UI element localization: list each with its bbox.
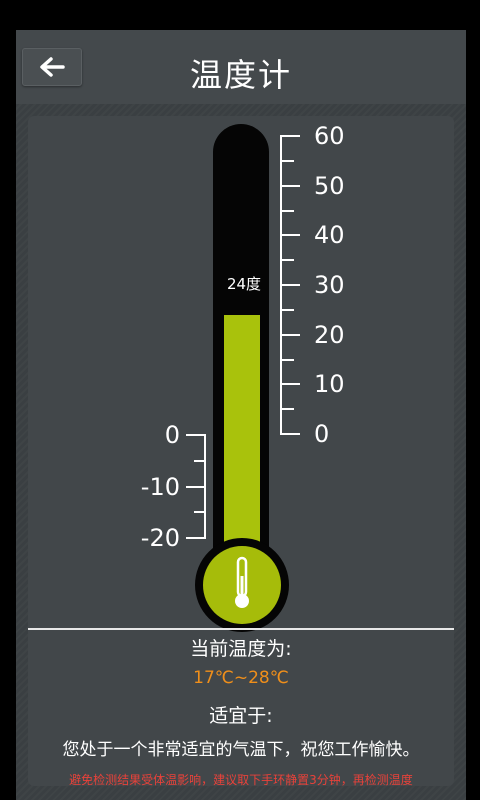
suitable-label: 适宜于: [209, 705, 273, 727]
suitable-message: 您处于一个非常适宜的气温下，祝您工作愉快。 [62, 740, 420, 760]
app-window: 温度计 24度 60 50 40 30 20 10 0 0 -10 -20 当前温度为: 17℃~… [16, 30, 466, 800]
right-scale-tick [280, 209, 294, 212]
thermometer-icon [235, 556, 249, 608]
temperature-range-label: 当前温度为: [190, 638, 292, 660]
right-scale-tick [280, 234, 300, 237]
right-scale-tick [280, 333, 300, 336]
left-scale-label: -20 [140, 524, 180, 552]
left-scale-label: -10 [140, 472, 180, 501]
left-scale-tick [186, 537, 206, 539]
right-scale-tick [280, 159, 294, 162]
mercury-level-bar [224, 314, 260, 570]
page-title: 温度计 [189, 56, 292, 94]
right-scale-label: 50 [314, 171, 345, 200]
divider [28, 628, 454, 630]
right-scale-label: 0 [314, 420, 330, 448]
right-scale-tick [280, 433, 300, 435]
header-bar: 温度计 [16, 30, 466, 104]
left-scale-tick [186, 434, 206, 436]
right-scale-label: 40 [314, 221, 345, 250]
left-scale-tick [186, 485, 206, 488]
right-scale-label: 30 [314, 271, 345, 299]
right-scale-tick [280, 184, 300, 187]
left-scale-tick [194, 511, 206, 514]
warning-message: 避免检测结果受体温影响，建议取下手环静置3分钟，再检测温度 [69, 773, 413, 787]
right-scale-label: 20 [314, 320, 345, 349]
right-scale-label: 10 [314, 370, 345, 399]
temperature-range-value: 17℃~28℃ [193, 668, 289, 688]
right-scale-tick [280, 358, 294, 361]
right-scale-tick [280, 259, 294, 262]
left-scale-tick [194, 459, 206, 462]
right-scale-tick [280, 308, 294, 311]
status-bar [0, 0, 480, 30]
current-temperature-label: 24度 [226, 275, 262, 293]
right-scale-label: 60 [314, 122, 345, 150]
left-scale-label: 0 [164, 421, 180, 449]
right-scale-tick [280, 284, 300, 286]
right-scale-tick [280, 135, 300, 137]
right-scale-tick [280, 408, 294, 411]
right-scale-tick [280, 383, 300, 386]
